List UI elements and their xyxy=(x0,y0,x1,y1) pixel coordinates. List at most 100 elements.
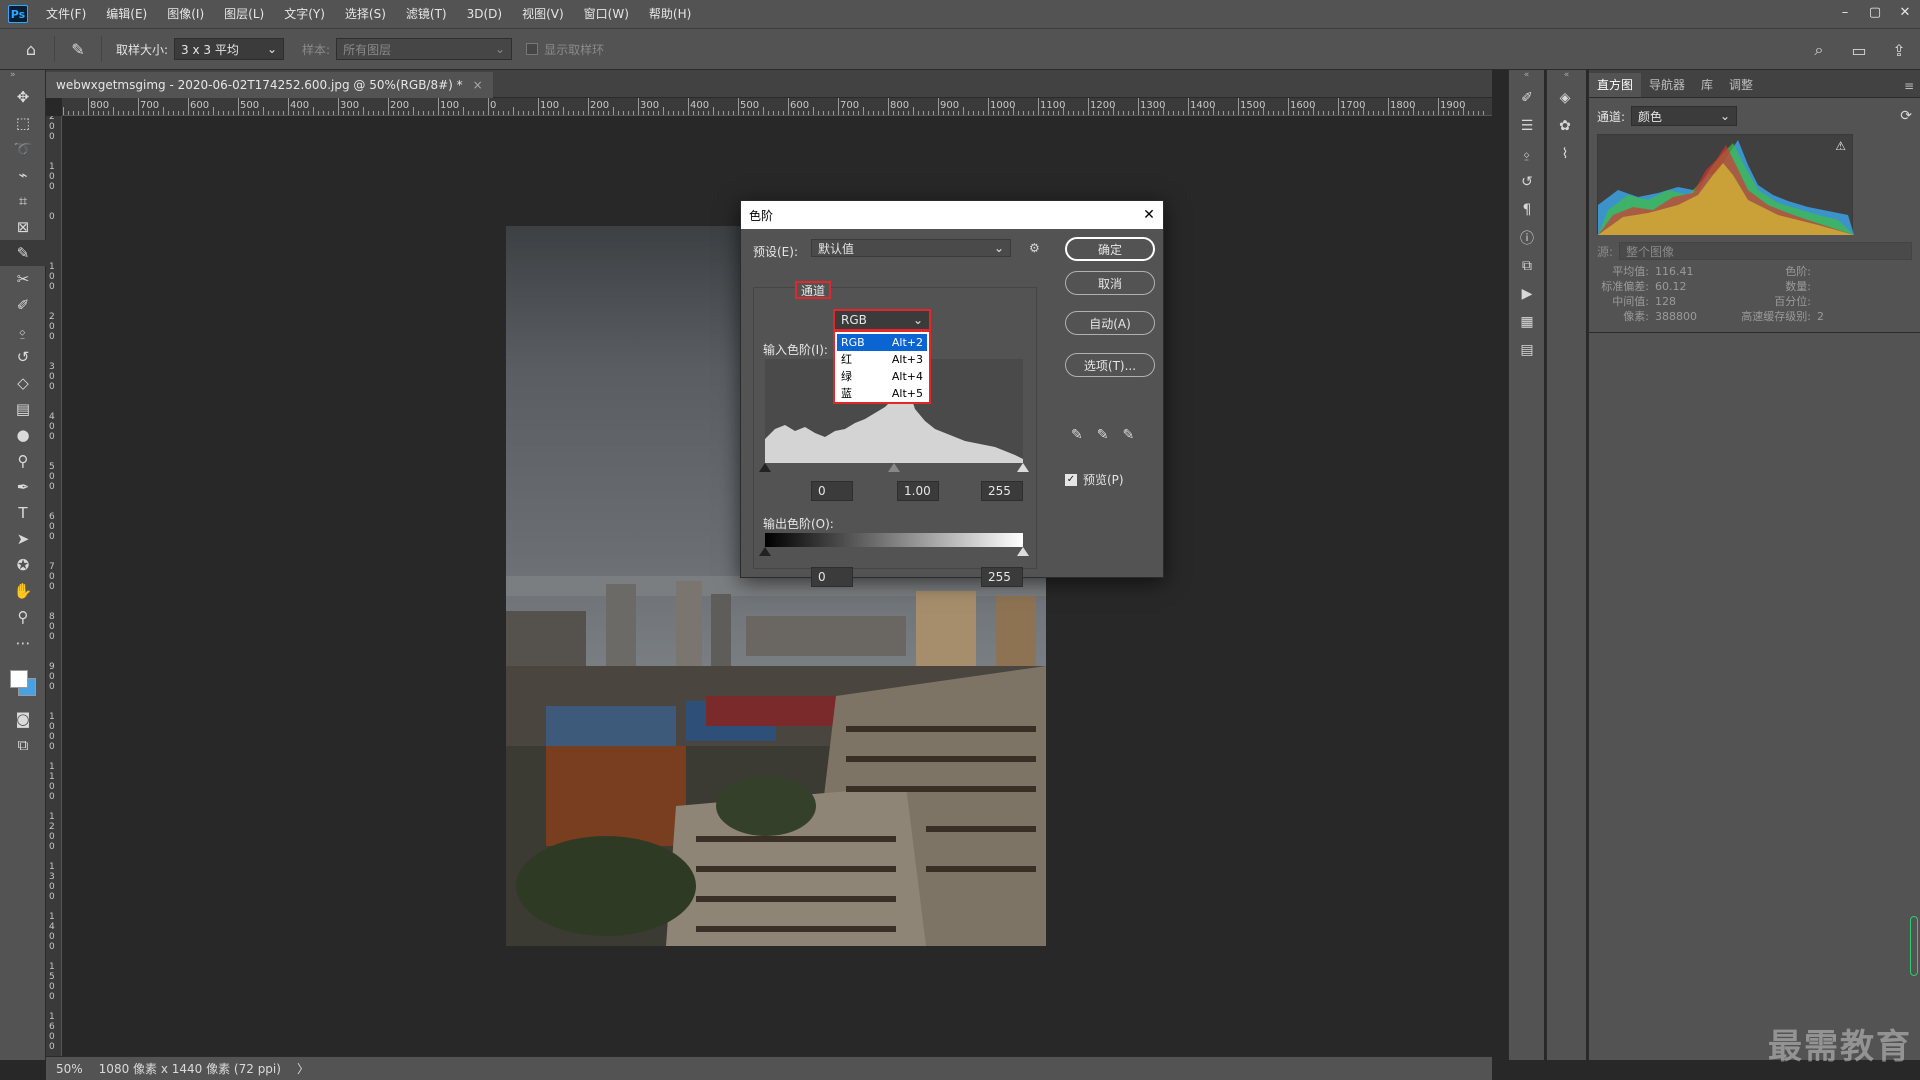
gradient-tool-icon[interactable]: ▤ xyxy=(0,396,46,422)
color-icon[interactable]: ✿ xyxy=(1547,112,1583,140)
notes-icon[interactable]: ▤ xyxy=(1509,336,1545,364)
ok-button[interactable]: 确定 xyxy=(1065,237,1155,261)
layer-comps-icon[interactable]: ▦ xyxy=(1509,308,1545,336)
tab-navigator[interactable]: 导航器 xyxy=(1641,73,1693,97)
restore-button[interactable]: ▢ xyxy=(1860,0,1890,24)
menu-filter[interactable]: 滤镜(T) xyxy=(396,0,457,28)
preview-checkbox[interactable]: ✓ xyxy=(1065,473,1077,486)
refresh-icon[interactable]: ⟳ xyxy=(1900,108,1912,124)
hand-tool-icon[interactable]: ✋ xyxy=(0,578,46,604)
dodge-tool-icon[interactable]: ⚲ xyxy=(0,448,46,474)
menu-window[interactable]: 窗口(W) xyxy=(574,0,639,28)
tab-adjustments[interactable]: 调整 xyxy=(1721,73,1761,97)
menu-type[interactable]: 文字(Y) xyxy=(274,0,335,28)
input-white-field[interactable]: 255 xyxy=(981,481,1023,501)
output-levels-slider[interactable] xyxy=(759,547,1029,557)
channel-option-red[interactable]: 红 Alt+3 xyxy=(837,351,927,368)
input-white-handle[interactable] xyxy=(1017,463,1029,472)
screen-mode-icon[interactable]: ⧉ xyxy=(0,732,46,758)
histogram-channel-select[interactable]: 颜色 ⌄ xyxy=(1631,106,1738,126)
workspace-icon[interactable]: ▭ xyxy=(1844,35,1874,65)
path-select-icon[interactable]: ➤ xyxy=(0,526,46,552)
tab-histogram[interactable]: 直方图 xyxy=(1589,73,1642,97)
preset-select[interactable]: 默认值 ⌄ xyxy=(811,239,1011,257)
channel-option-green[interactable]: 绿 Alt+4 xyxy=(837,368,927,385)
menu-select[interactable]: 选择(S) xyxy=(335,0,396,28)
frame-tool-icon[interactable]: ⊠ xyxy=(0,214,46,240)
menu-help[interactable]: 帮助(H) xyxy=(639,0,701,28)
input-levels-slider[interactable] xyxy=(759,463,1029,473)
black-eyedropper-icon[interactable]: ✎ xyxy=(1071,427,1083,443)
share-icon[interactable]: ⇪ xyxy=(1884,35,1914,65)
channels-icon[interactable]: ⧉ xyxy=(1509,252,1545,280)
search-icon[interactable]: ⌕ xyxy=(1804,35,1834,65)
close-icon[interactable]: × xyxy=(473,72,483,98)
collapse-icon[interactable]: » xyxy=(0,70,45,84)
menu-file[interactable]: 文件(F) xyxy=(36,0,96,28)
collapse-icon[interactable]: « xyxy=(1509,70,1544,84)
menu-3d[interactable]: 3D(D) xyxy=(457,0,512,28)
actions-play-icon[interactable]: ▶ xyxy=(1509,280,1545,308)
marquee-tool-icon[interactable]: ⬚ xyxy=(0,110,46,136)
input-black-handle[interactable] xyxy=(759,463,771,472)
foreground-color[interactable] xyxy=(10,670,28,688)
input-gamma-field[interactable]: 1.00 xyxy=(897,481,939,501)
cache-warning-icon[interactable]: ⚠ xyxy=(1835,139,1846,153)
document-tab[interactable]: webwxgetmsgimg - 2020-06-02T174252.600.j… xyxy=(46,72,493,98)
show-ring-checkbox[interactable] xyxy=(526,43,539,55)
zoom-level[interactable]: 50% xyxy=(56,1062,83,1076)
blur-tool-icon[interactable]: ● xyxy=(0,422,46,448)
minimize-button[interactable]: – xyxy=(1830,0,1860,24)
pen-tool-icon[interactable]: ✒ xyxy=(0,474,46,500)
history-brush-icon[interactable]: ↺ xyxy=(0,344,46,370)
shape-tool-icon[interactable]: ✪ xyxy=(0,552,46,578)
clone-source-icon[interactable]: ⍚ xyxy=(1509,140,1545,168)
chevron-right-icon[interactable]: 〉 xyxy=(297,1060,309,1077)
lasso-tool-icon[interactable]: ➰ xyxy=(0,136,46,162)
output-black-field[interactable]: 0 xyxy=(811,567,853,587)
channel-select[interactable]: RGB ⌄ xyxy=(833,309,931,331)
zoom-tool-icon[interactable]: ⚲ xyxy=(0,604,46,630)
output-white-field[interactable]: 255 xyxy=(981,567,1023,587)
more-tools-icon[interactable]: ⋯ xyxy=(0,630,46,656)
panel-menu-icon[interactable]: ≡ xyxy=(1904,79,1920,97)
sample-size-select[interactable]: 3 x 3 平均 ⌄ xyxy=(174,38,285,60)
move-tool-icon[interactable]: ✥ xyxy=(0,84,46,110)
brush-settings-icon[interactable]: ✐ xyxy=(1509,84,1545,112)
options-button[interactable]: 选项(T)... xyxy=(1065,353,1155,377)
gear-icon[interactable]: ⚙ xyxy=(1029,241,1040,255)
paths-icon[interactable]: ⌇ xyxy=(1547,140,1583,168)
input-black-field[interactable]: 0 xyxy=(811,481,853,501)
collapse-icon[interactable]: « xyxy=(1547,70,1586,84)
close-window-button[interactable]: ✕ xyxy=(1890,0,1920,24)
tab-libraries[interactable]: 库 xyxy=(1693,73,1721,97)
close-icon[interactable]: ✕ xyxy=(1135,201,1163,229)
history-icon[interactable]: ↺ xyxy=(1509,168,1545,196)
quick-select-tool-icon[interactable]: ⌁ xyxy=(0,162,46,188)
menu-layer[interactable]: 图层(L) xyxy=(214,0,274,28)
quick-mask-icon[interactable]: ◙ xyxy=(0,706,46,732)
eraser-tool-icon[interactable]: ◇ xyxy=(0,370,46,396)
menu-edit[interactable]: 编辑(E) xyxy=(96,0,157,28)
properties-icon[interactable]: ☰ xyxy=(1509,112,1545,140)
gray-eyedropper-icon[interactable]: ✎ xyxy=(1097,427,1109,443)
healing-tool-icon[interactable]: ✂ xyxy=(0,266,46,292)
eyedropper-tool-icon[interactable]: ✎ xyxy=(0,240,46,266)
character-icon[interactable]: ¶ xyxy=(1509,196,1545,224)
stamp-tool-icon[interactable]: ⍚ xyxy=(0,318,46,344)
menu-image[interactable]: 图像(I) xyxy=(157,0,214,28)
brush-tool-icon[interactable]: ✐ xyxy=(0,292,46,318)
output-black-handle[interactable] xyxy=(759,547,771,556)
home-icon[interactable]: ⌂ xyxy=(16,34,46,64)
type-tool-icon[interactable]: T xyxy=(0,500,46,526)
input-gamma-handle[interactable] xyxy=(888,463,900,472)
sample-select[interactable]: 所有图层 ⌄ xyxy=(336,38,513,60)
auto-button[interactable]: 自动(A) xyxy=(1065,311,1155,335)
info-icon[interactable]: ⓘ xyxy=(1509,224,1545,252)
panel-scrollbar[interactable] xyxy=(1910,916,1918,976)
white-eyedropper-icon[interactable]: ✎ xyxy=(1122,427,1134,443)
crop-tool-icon[interactable]: ⌗ xyxy=(0,188,46,214)
channel-option-blue[interactable]: 蓝 Alt+5 xyxy=(837,385,927,402)
eyedropper-preset-icon[interactable]: ✎ xyxy=(63,34,93,64)
menu-view[interactable]: 视图(V) xyxy=(512,0,574,28)
